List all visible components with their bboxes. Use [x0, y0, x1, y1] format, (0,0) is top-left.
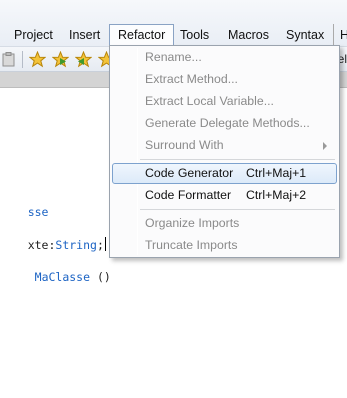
menu-item-label: Truncate Imports — [145, 238, 238, 252]
menu-item-label: Extract Local Variable... — [145, 94, 274, 108]
menu-item-label: Code Generator — [145, 166, 234, 180]
menu-item-label: Generate Delegate Methods... — [145, 116, 310, 130]
menu-item-extract-local-variable[interactable]: Extract Local Variable... — [112, 91, 337, 112]
menu-item-code-generator[interactable]: Code Generator Ctrl+Maj+1 — [112, 163, 337, 184]
previous-bookmark-icon[interactable] — [75, 51, 92, 68]
code-token: xte: — [27, 238, 56, 252]
menu-item-code-formatter[interactable]: Code Formatter Ctrl+Maj+2 — [112, 185, 337, 206]
menu-syntax[interactable]: Syntax — [278, 24, 332, 46]
menu-separator — [140, 209, 335, 210]
menu-project[interactable]: Project — [6, 24, 61, 46]
next-bookmark-icon[interactable] — [52, 51, 69, 68]
menu-item-shortcut: Ctrl+Maj+2 — [246, 188, 307, 202]
code-token: () — [90, 270, 111, 284]
menu-item-extract-method[interactable]: Extract Method... — [112, 69, 337, 90]
code-token: ; — [96, 238, 104, 252]
code-line-3: MaClasse () — [0, 256, 111, 298]
menu-item-shortcut: Ctrl+Maj+1 — [246, 166, 307, 180]
menu-item-rename[interactable]: Rename... — [112, 47, 337, 68]
menu-item-label: Code Formatter — [145, 188, 232, 202]
menu-item-label: Rename... — [145, 50, 202, 64]
menu-insert[interactable]: Insert — [61, 24, 108, 46]
code-token: sse — [27, 205, 49, 219]
menu-tools[interactable]: Tools — [172, 24, 217, 46]
toolbar-separator — [22, 51, 23, 68]
menu-macros[interactable]: Macros — [220, 24, 277, 46]
menu-item-label: Organize Imports — [145, 216, 240, 230]
code-token: MaClasse — [34, 270, 91, 284]
text-caret — [104, 237, 106, 251]
bookmark-star-icon[interactable] — [29, 51, 46, 68]
code-token: String — [55, 238, 97, 252]
menu-separator — [140, 159, 335, 160]
menu-item-surround-with[interactable]: Surround With — [112, 135, 337, 156]
paste-icon[interactable] — [0, 51, 17, 68]
submenu-arrow-icon — [323, 142, 327, 150]
menu-item-label: Surround With — [145, 138, 224, 152]
menu-item-organize-imports[interactable]: Organize Imports — [112, 213, 337, 234]
menu-item-generate-delegate-methods[interactable]: Generate Delegate Methods... — [112, 113, 337, 134]
menu-bar: Project Insert Refactor Tools Macros Syn… — [0, 0, 347, 47]
menu-item-truncate-imports[interactable]: Truncate Imports — [112, 235, 337, 256]
menu-help[interactable]: H — [333, 24, 347, 46]
refactor-menu: Rename... Extract Method... Extract Loca… — [109, 45, 340, 258]
menu-item-label: Extract Method... — [145, 72, 238, 86]
menu-refactor[interactable]: Refactor — [109, 24, 175, 46]
